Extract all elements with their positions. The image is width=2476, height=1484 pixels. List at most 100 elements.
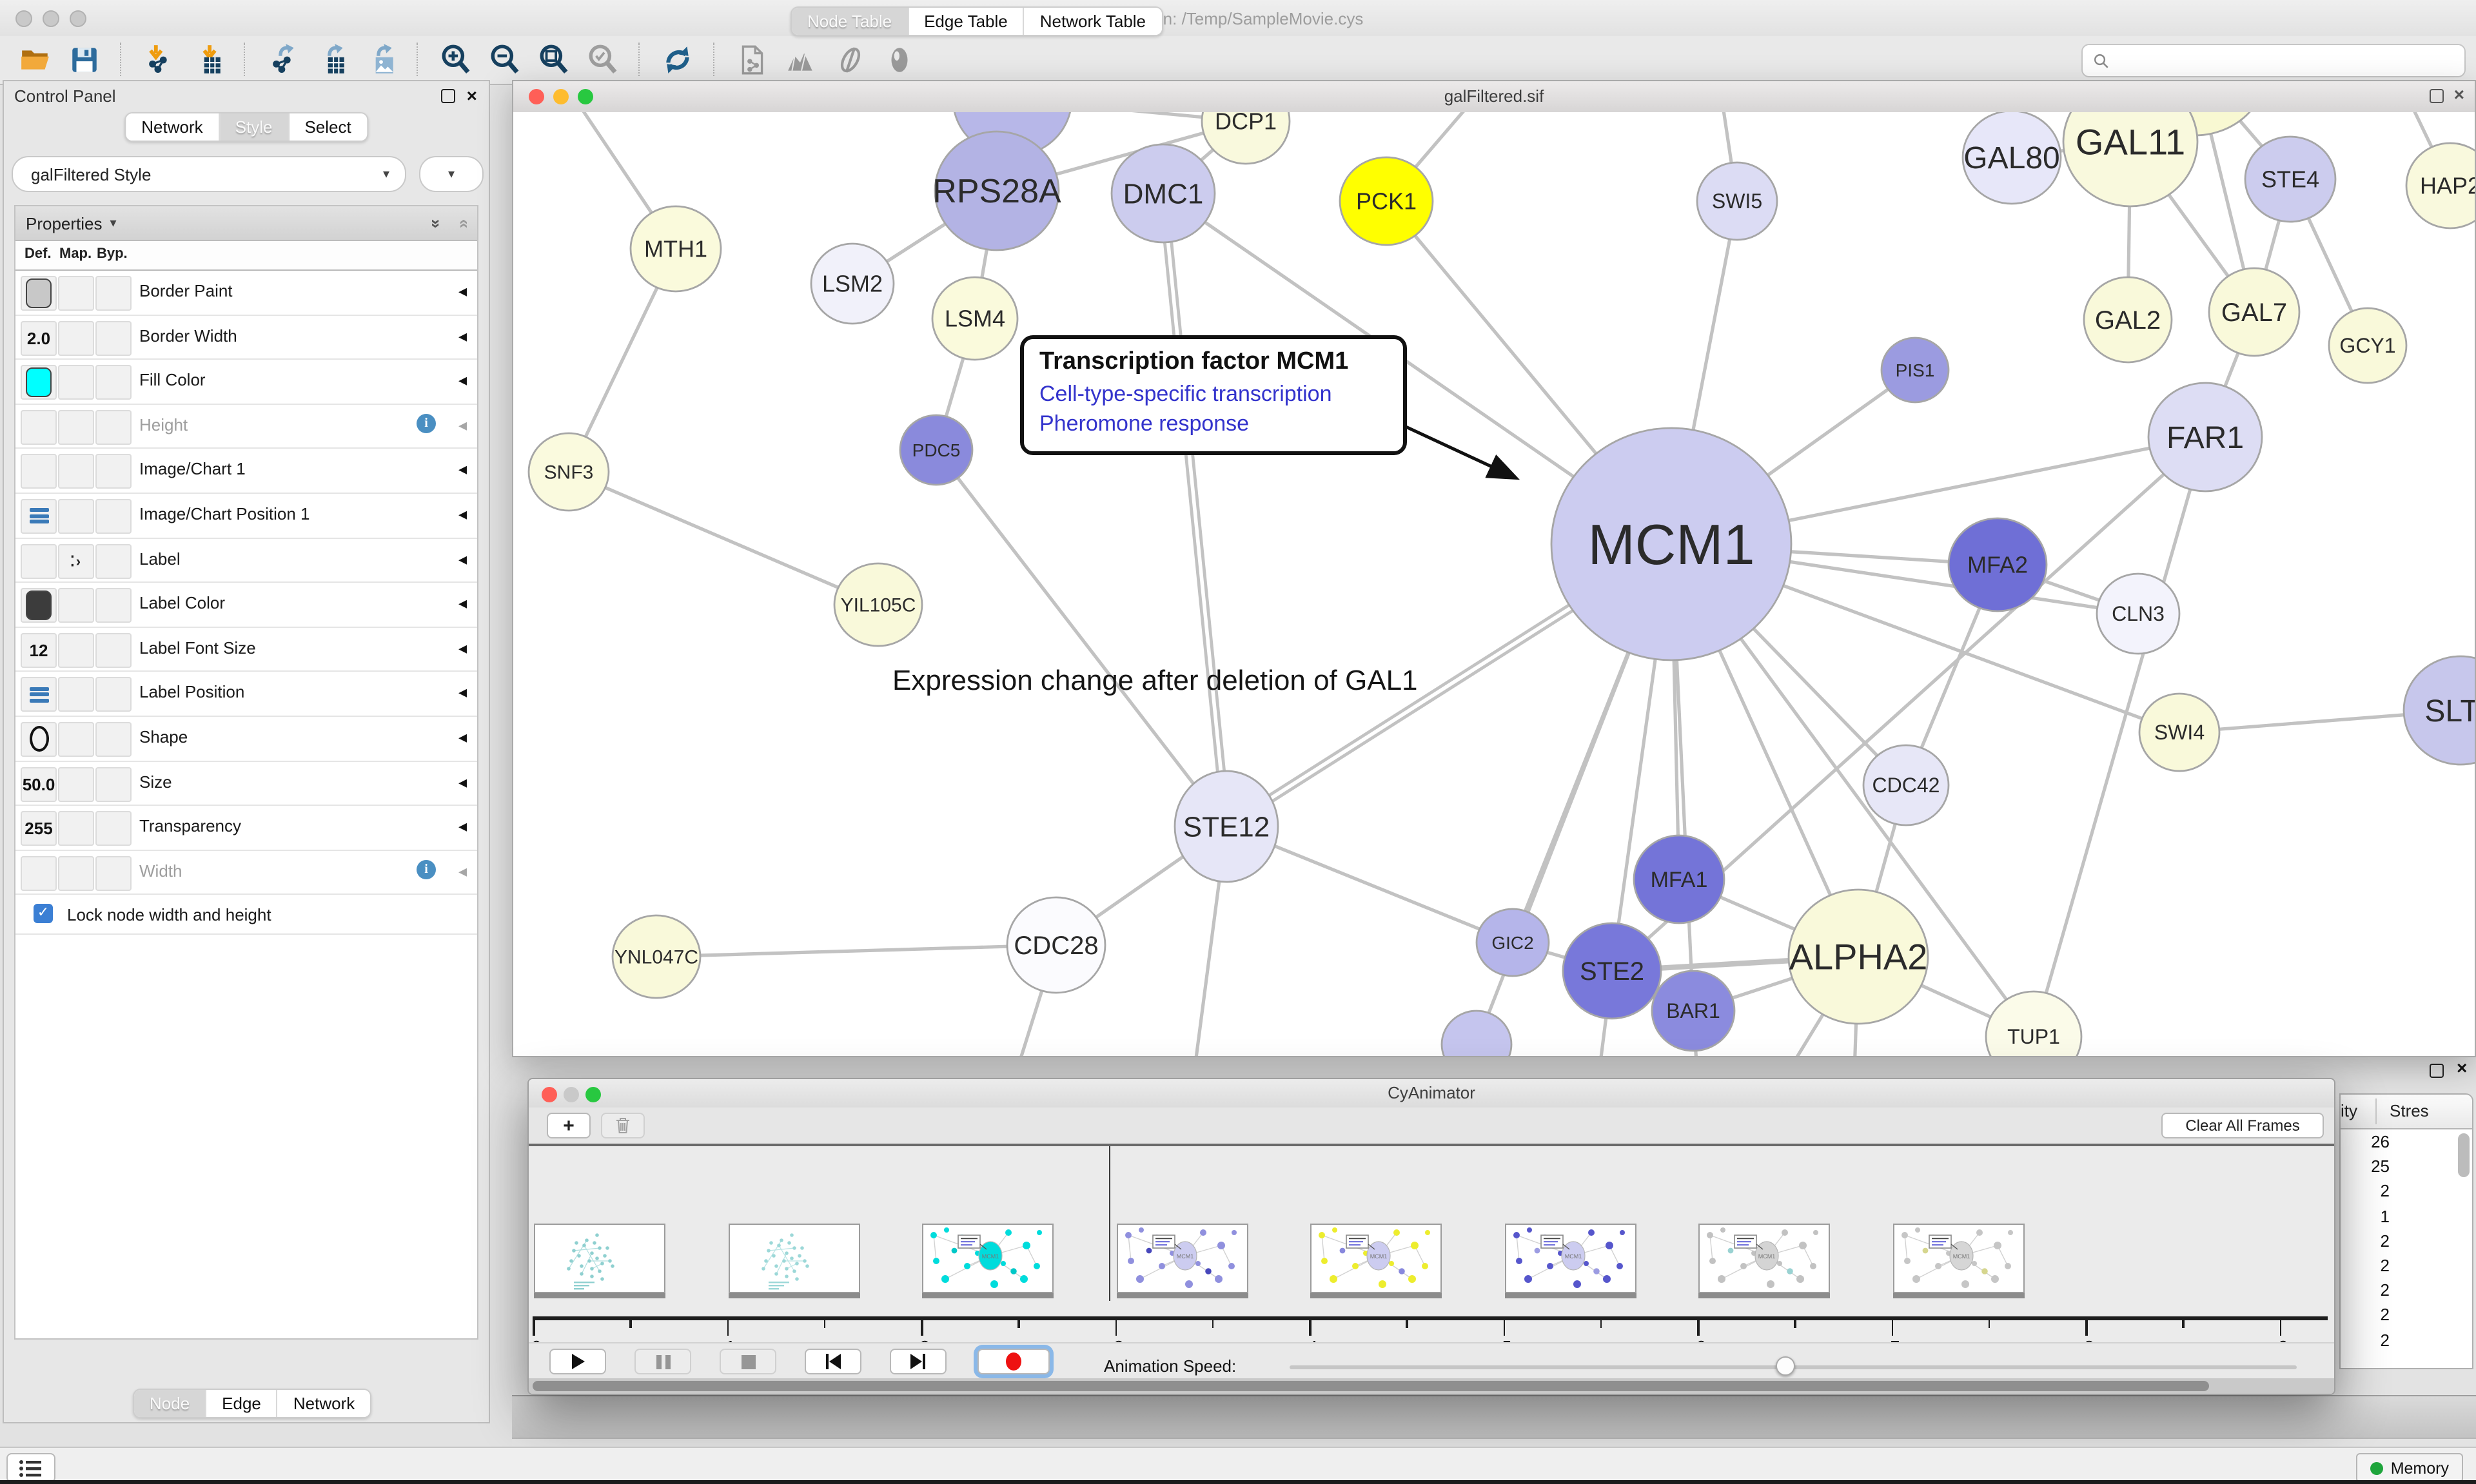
property-row[interactable]: Height i ◂ [15,405,477,449]
frame-thumbnail[interactable]: MCM1 [1892,1224,2024,1293]
zoom-out-icon[interactable] [485,40,524,79]
table-cell-value[interactable]: 1 [2341,1204,2390,1228]
frame-thumbnail[interactable]: MCM1 [1116,1224,1248,1293]
expand-property-icon[interactable]: ◂ [458,326,467,346]
expand-property-icon[interactable]: ◂ [458,281,467,302]
default-value-cell[interactable] [21,678,57,712]
property-row[interactable]: Image/Chart 1 ◂ [15,449,477,494]
table-cell-value[interactable]: 25 [2341,1154,2390,1178]
default-value-cell[interactable] [21,276,57,311]
mapping-cell[interactable] [58,499,94,534]
clear-all-frames-button[interactable]: Clear All Frames [2161,1113,2324,1138]
bypass-cell[interactable] [95,855,132,890]
expand-property-icon[interactable]: ◂ [458,593,467,614]
frame-thumbnail[interactable] [728,1224,860,1293]
mapping-cell[interactable] [58,276,94,311]
default-value-cell[interactable] [21,365,57,400]
property-row[interactable]: Shape ◂ [15,717,477,761]
tab-network-table[interactable]: Network Table [1025,8,1161,35]
memory-button[interactable]: Memory [2356,1453,2463,1483]
info-icon[interactable]: i [417,414,436,433]
open-folder-icon[interactable] [15,40,54,79]
mapping-cell[interactable] [58,722,94,757]
property-row[interactable]: Width i ◂ [15,850,477,895]
float-view-icon[interactable] [2430,89,2444,103]
mapping-cell[interactable] [58,633,94,668]
bypass-cell[interactable] [95,766,132,801]
mapping-cell[interactable] [58,410,94,445]
bypass-cell[interactable] [95,811,132,846]
tab-network[interactable]: Network [126,113,219,141]
speed-slider-thumb[interactable] [1776,1356,1795,1376]
table-cell-value[interactable]: 2 [2341,1278,2390,1302]
expand-property-icon[interactable]: ◂ [458,415,467,436]
style-options-button[interactable]: ▾ [419,156,484,192]
frame-thumbnail[interactable]: MCM1 [1504,1224,1636,1293]
default-value-cell[interactable] [21,543,57,578]
timeline-scrollbar[interactable] [529,1378,2334,1394]
expand-all-icon[interactable]: » [427,219,446,228]
zoom-fit-icon[interactable] [534,40,573,79]
bypass-cell[interactable] [95,499,132,534]
table-cell-value[interactable]: 2 [2341,1229,2390,1253]
bypass-cell[interactable] [95,633,132,668]
float-table-panel-icon[interactable] [2430,1064,2444,1078]
default-value-cell[interactable] [21,855,57,890]
table-cell-value[interactable]: 2 [2341,1327,2390,1352]
mapping-cell[interactable] [58,811,94,846]
expand-property-icon[interactable]: ◂ [458,816,467,837]
default-value-cell[interactable] [21,454,57,489]
table-cell-value[interactable]: 2 [2341,1303,2390,1327]
default-value-cell[interactable]: 255 [21,811,57,846]
pause-button[interactable] [634,1349,691,1374]
import-table-icon[interactable] [188,40,227,79]
info-icon[interactable]: i [417,859,436,879]
float-panel-icon[interactable] [441,89,455,103]
import-network-icon[interactable] [139,40,178,79]
properties-header[interactable]: Properties ▾ » » [15,206,477,241]
frame-thumbnail[interactable]: MCM1 [1310,1224,1442,1293]
mapping-cell[interactable] [58,454,94,489]
property-row[interactable]: Image/Chart Position 1 ◂ [15,494,477,538]
tab-edge[interactable]: Edge [206,1390,278,1417]
export-table-icon[interactable] [312,40,351,79]
mapping-cell[interactable] [58,320,94,355]
property-row[interactable]: 2.0 Border Width ◂ [15,315,477,360]
default-value-cell[interactable] [21,588,57,623]
add-frame-button[interactable]: + [547,1113,591,1138]
mapping-cell[interactable] [58,588,94,623]
hide-graphics-icon[interactable] [830,40,869,79]
export-network-icon[interactable] [263,40,302,79]
property-row[interactable]: 255 Transparency ◂ [15,806,477,850]
property-row[interactable]: Fill Color ◂ [15,360,477,404]
frame-thumbnail[interactable] [534,1224,665,1293]
bypass-cell[interactable] [95,588,132,623]
column-stress-partial[interactable]: Stres [2390,1101,2429,1120]
close-table-panel-icon[interactable]: × [2457,1061,2467,1075]
tab-node-table[interactable]: Node Table [792,8,909,35]
default-value-cell[interactable]: 2.0 [21,320,57,355]
save-icon[interactable] [64,40,103,79]
tab-select[interactable]: Select [289,113,366,141]
skip-to-end-button[interactable] [890,1349,947,1374]
default-value-cell[interactable] [21,410,57,445]
bypass-cell[interactable] [95,365,132,400]
network-node-CUT1[interactable] [1442,1011,1511,1056]
close-view-icon[interactable]: × [2454,88,2464,102]
mapping-cell[interactable] [58,678,94,712]
tab-network-style[interactable]: Network [278,1390,370,1417]
table-cell-value[interactable]: 2 [2341,1179,2390,1204]
expand-property-icon[interactable]: ◂ [458,683,467,703]
expand-property-icon[interactable]: ◂ [458,772,467,792]
bypass-cell[interactable] [95,454,132,489]
column-centrality-partial[interactable]: ity [2341,1101,2357,1120]
bypass-cell[interactable] [95,320,132,355]
tab-style[interactable]: Style [220,113,290,141]
expand-property-icon[interactable]: ◂ [458,549,467,569]
table-scrollbar[interactable] [2458,1133,2470,1177]
property-row[interactable]: 50.0 Size ◂ [15,761,477,806]
delete-frame-button[interactable] [601,1113,645,1138]
timeline-playhead[interactable] [1109,1146,1111,1301]
bypass-cell[interactable] [95,410,132,445]
property-row[interactable]: Label Position ◂ [15,672,477,717]
